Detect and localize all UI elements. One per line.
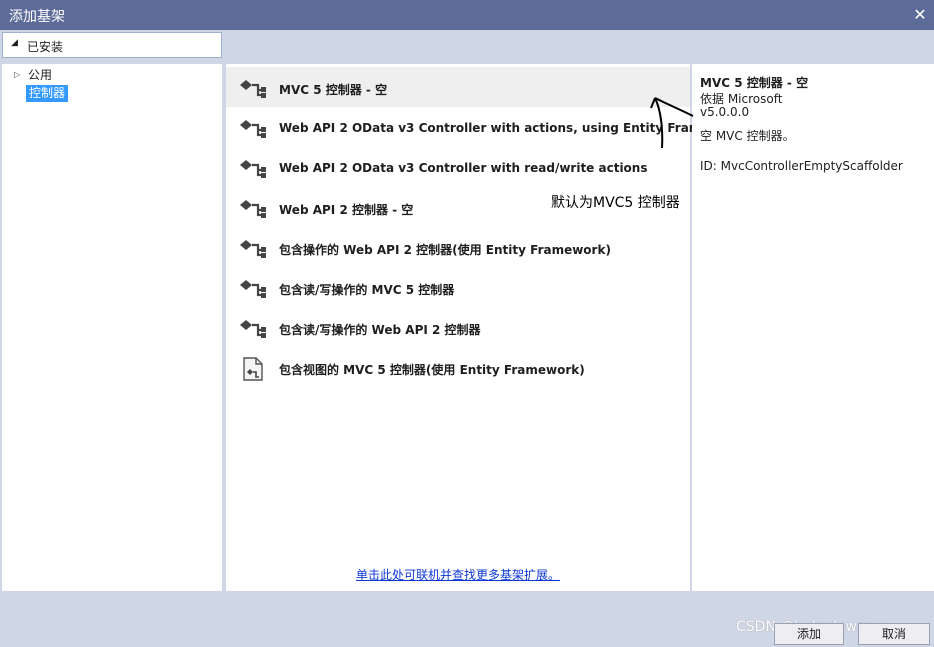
installed-header-label: 已安装 xyxy=(27,40,64,54)
controller-icon xyxy=(240,120,266,138)
template-item[interactable]: Web API 2 OData v3 Controller with read/… xyxy=(226,147,690,187)
template-item[interactable]: 包含操作的 Web API 2 控制器(使用 Entity Framework) xyxy=(226,227,690,267)
collapse-triangle-icon[interactable]: ◢ xyxy=(11,38,18,48)
template-item-label: 包含读/写操作的 MVC 5 控制器 xyxy=(279,283,455,297)
details-version: v5.0.0.0 xyxy=(700,105,750,119)
tree-item-public[interactable]: 公用 xyxy=(28,67,52,84)
template-item[interactable]: 包含视图的 MVC 5 控制器(使用 Entity Framework) xyxy=(226,347,690,387)
close-icon[interactable]: ✕ xyxy=(910,5,930,25)
details-title: MVC 5 控制器 - 空 xyxy=(700,76,809,90)
tree-item-controller[interactable]: 控制器 xyxy=(26,85,69,102)
template-list: MVC 5 控制器 - 空 Web API 2 OData v3 Control… xyxy=(226,64,743,591)
template-item-label: Web API 2 控制器 - 空 xyxy=(279,203,414,217)
sidebar-empty-area xyxy=(2,110,222,591)
details-description: 空 MVC 控制器。 xyxy=(700,129,795,143)
controller-icon xyxy=(240,200,266,218)
template-item[interactable]: 包含读/写操作的 Web API 2 控制器 xyxy=(226,307,690,347)
controller-icon xyxy=(240,80,266,98)
template-item[interactable]: 包含读/写操作的 MVC 5 控制器 xyxy=(226,267,690,307)
installed-header[interactable]: ◢ 已安装 xyxy=(2,32,222,58)
category-tree: ▷ 公用 控制器 xyxy=(2,64,222,110)
cancel-button[interactable]: 取消 xyxy=(858,623,930,645)
view-document-icon xyxy=(243,357,263,381)
template-item[interactable]: MVC 5 控制器 - 空 xyxy=(226,67,690,107)
template-item[interactable]: Web API 2 OData v3 Controller with actio… xyxy=(226,107,743,147)
dialog-title: 添加基架 xyxy=(9,9,65,25)
controller-icon xyxy=(240,280,266,298)
template-item-label: 包含视图的 MVC 5 控制器(使用 Entity Framework) xyxy=(279,363,585,377)
find-more-extensions-link[interactable]: 单击此处可联机并查找更多基架扩展。 xyxy=(356,566,560,583)
annotation-arrow-icon xyxy=(650,97,694,149)
template-item-label: MVC 5 控制器 - 空 xyxy=(279,83,388,97)
template-item-label: Web API 2 OData v3 Controller with read/… xyxy=(279,161,648,175)
details-panel: MVC 5 控制器 - 空 依据 Microsoft v5.0.0.0 空 MV… xyxy=(692,64,934,591)
controller-icon xyxy=(240,240,266,258)
expand-triangle-icon[interactable]: ▷ xyxy=(14,70,20,79)
add-button[interactable]: 添加 xyxy=(774,623,844,645)
template-item-label: 包含操作的 Web API 2 控制器(使用 Entity Framework) xyxy=(279,243,611,257)
controller-icon xyxy=(240,160,266,178)
dialog-titlebar: 添加基架 ✕ xyxy=(0,0,934,30)
annotation-text: 默认为MVC5 控制器 xyxy=(551,192,680,212)
template-item-label: 包含读/写操作的 Web API 2 控制器 xyxy=(279,323,481,337)
details-id: ID: MvcControllerEmptyScaffolder xyxy=(700,159,903,173)
controller-icon xyxy=(240,320,266,338)
